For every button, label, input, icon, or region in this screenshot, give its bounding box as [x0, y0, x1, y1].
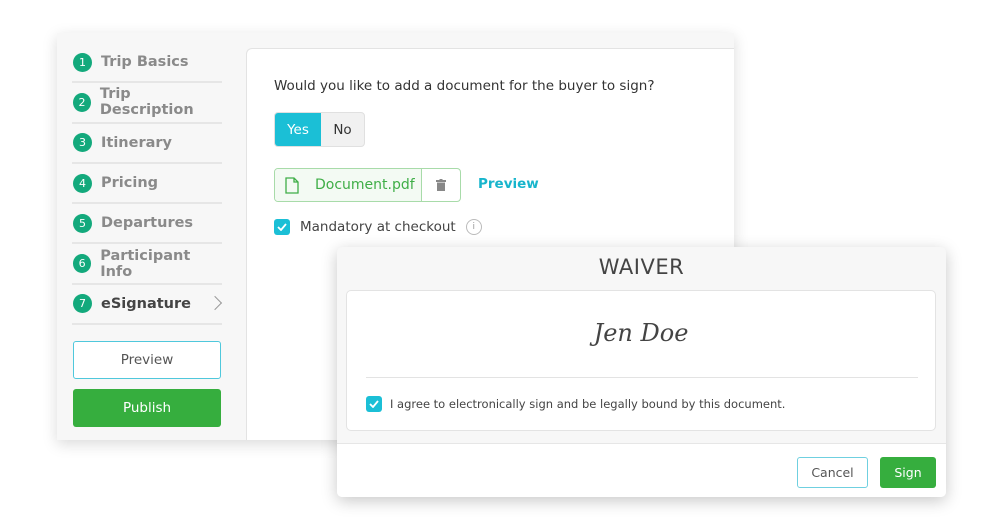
waiver-body: Jen Doe I agree to electronically sign a… — [346, 290, 936, 431]
step-number: 1 — [73, 52, 92, 72]
agree-checkbox[interactable] — [366, 396, 382, 412]
preview-button[interactable]: Preview — [73, 341, 221, 379]
signature-line — [366, 377, 918, 378]
sidebar-step-trip-basics[interactable]: 1 Trip Basics — [72, 43, 222, 84]
step-number: 6 — [73, 254, 92, 274]
mandatory-row: Mandatory at checkout i — [274, 219, 482, 235]
document-file[interactable]: Document.pdf — [275, 169, 422, 201]
sidebar-step-departures[interactable]: 5 Departures — [72, 204, 222, 245]
trash-icon — [436, 179, 446, 191]
sidebar-steps: 1 Trip Basics 2 Trip Description 3 Itinerary 4… — [72, 43, 223, 326]
yes-no-toggle: Yes No — [274, 112, 365, 147]
sidebar-step-esignature[interactable]: 7 eSignature — [72, 285, 223, 326]
waiver-modal: WAIVER Jen Doe I agree to electronically… — [337, 247, 946, 497]
step-number: 4 — [73, 173, 92, 193]
step-label: Trip Basics — [101, 54, 189, 71]
modal-footer: Cancel Sign — [337, 443, 946, 497]
publish-button[interactable]: Publish — [73, 389, 221, 427]
sidebar-step-pricing[interactable]: 4 Pricing — [72, 164, 222, 205]
question-label: Would you like to add a document for the… — [274, 78, 655, 94]
step-number: 2 — [73, 92, 91, 112]
step-label: Participant Info — [100, 247, 191, 280]
step-number: 3 — [73, 133, 92, 153]
sidebar-step-trip-description[interactable]: 2 Trip Description — [72, 83, 222, 124]
file-icon — [285, 176, 299, 194]
document-name: Document.pdf — [315, 177, 415, 193]
preview-link[interactable]: Preview — [478, 176, 539, 192]
step-label: Trip Description — [99, 86, 194, 119]
step-label: Pricing — [101, 175, 159, 192]
agree-row: I agree to electronically sign and be le… — [366, 396, 785, 412]
step-label: eSignature — [101, 295, 191, 312]
check-icon — [277, 223, 287, 231]
step-label: Itinerary — [101, 134, 172, 151]
modal-title: WAIVER — [598, 255, 685, 279]
sidebar-step-participant-info[interactable]: 6 Participant Info — [72, 244, 222, 285]
mandatory-label: Mandatory at checkout — [300, 219, 456, 235]
sign-button[interactable]: Sign — [880, 457, 936, 488]
step-number: 5 — [73, 213, 92, 233]
chevron-right-icon — [207, 295, 223, 310]
signature: Jen Doe — [593, 319, 689, 347]
no-option[interactable]: No — [321, 113, 364, 146]
info-icon[interactable]: i — [465, 219, 482, 235]
step-label: Departures — [101, 215, 194, 232]
delete-document-button[interactable] — [422, 169, 460, 201]
check-icon — [369, 400, 379, 408]
document-attachment: Document.pdf — [274, 168, 461, 202]
agree-label: I agree to electronically sign and be le… — [390, 397, 786, 411]
cancel-button[interactable]: Cancel — [797, 457, 868, 488]
yes-option[interactable]: Yes — [275, 113, 321, 146]
sidebar-step-itinerary[interactable]: 3 Itinerary — [72, 124, 222, 164]
step-number: 7 — [73, 294, 92, 314]
mandatory-checkbox[interactable] — [274, 219, 290, 235]
